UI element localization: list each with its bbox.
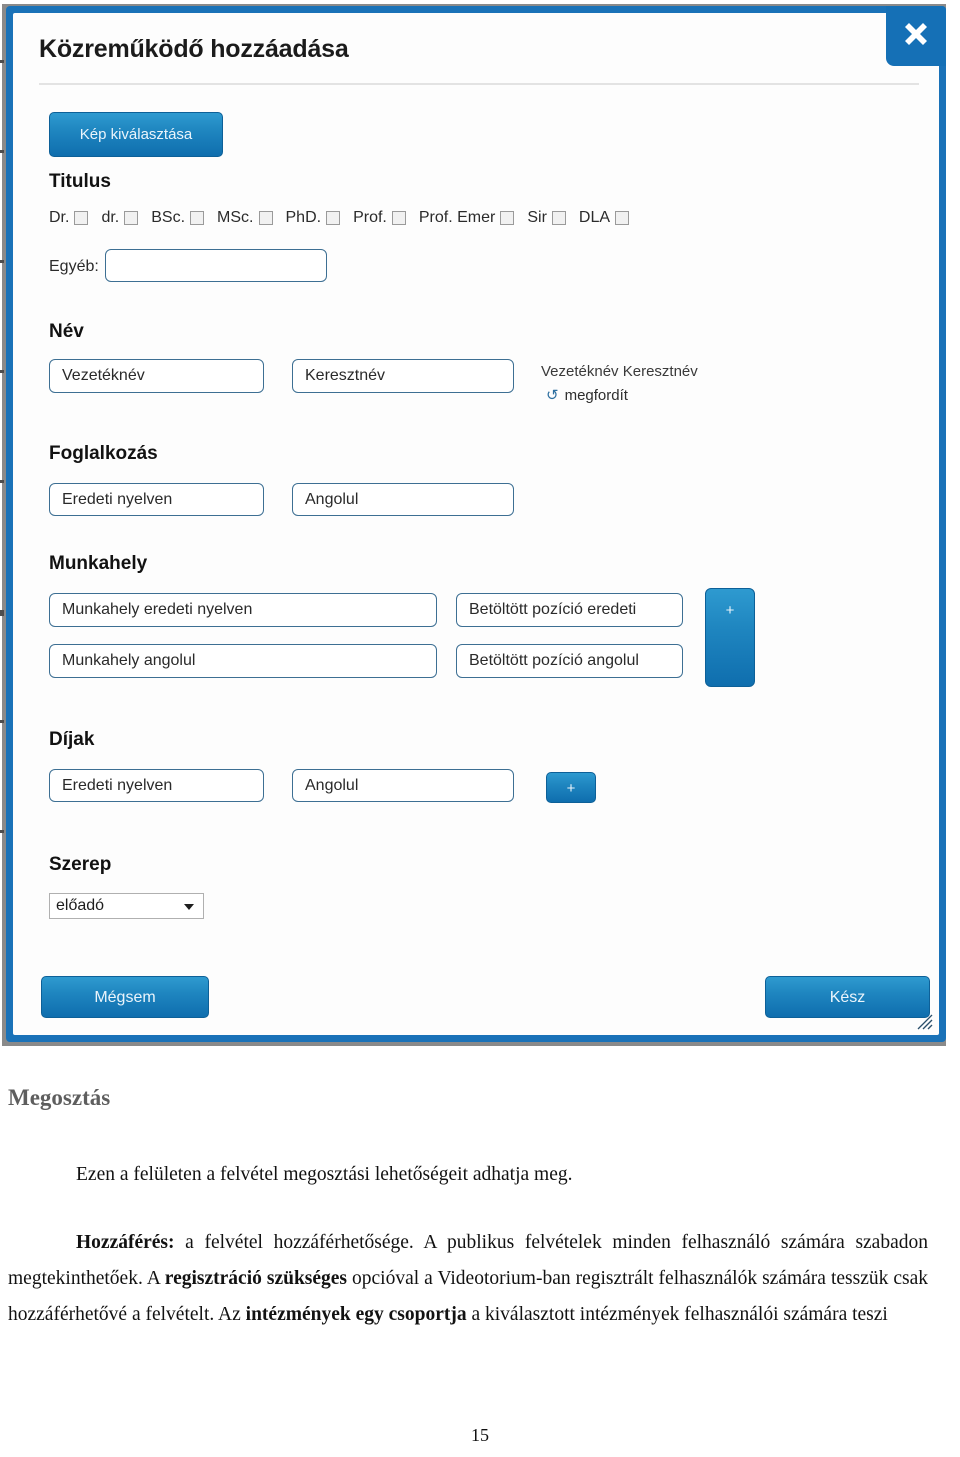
- checkbox-box-icon[interactable]: [74, 211, 89, 225]
- checkbox-label: dr.: [101, 209, 120, 226]
- paragraph-bold-2: regisztráció szükséges: [164, 1268, 348, 1289]
- checkbox-box-icon[interactable]: [258, 211, 273, 225]
- dialog-title: Közreműködő hozzáadása: [39, 35, 349, 63]
- checkbox-sir[interactable]: Sir: [527, 209, 566, 227]
- checkbox-prof-emer[interactable]: Prof. Emer: [418, 209, 515, 227]
- checkbox-label: Prof. Emer: [418, 209, 496, 226]
- plus-icon: +: [566, 780, 576, 797]
- done-label: Kész: [829, 989, 866, 1006]
- role-select-value: előadó: [56, 897, 105, 914]
- checkbox-label: MSc.: [217, 209, 254, 226]
- section-heading-szerep: Szerep: [49, 854, 112, 875]
- award-english-input[interactable]: [292, 769, 514, 802]
- checkbox-box-icon[interactable]: [124, 211, 139, 225]
- dialog-screenshot: Közreműködő hozzáadása Kép kiválasztása …: [0, 0, 960, 1060]
- lastname-input[interactable]: [49, 359, 264, 393]
- document-paragraph-1: Ezen a felületen a felvétel megosztási l…: [76, 1164, 573, 1185]
- checkbox-label: Sir: [527, 209, 547, 226]
- scan-edge-artifact: [0, 610, 4, 616]
- checkbox-box-icon[interactable]: [500, 211, 515, 225]
- checkbox-box-icon[interactable]: [190, 211, 205, 225]
- done-button[interactable]: Kész: [765, 976, 930, 1018]
- checkbox-box-icon[interactable]: [391, 211, 406, 225]
- checkbox-box-icon[interactable]: [551, 211, 566, 225]
- chevron-down-icon: [184, 904, 194, 910]
- section-heading-dijak: Díjak: [49, 729, 95, 750]
- cancel-button[interactable]: Mégsem: [41, 976, 209, 1018]
- checkbox-bsc[interactable]: BSc.: [151, 209, 205, 227]
- checkbox-label: Dr.: [49, 209, 70, 226]
- title-divider: [39, 83, 919, 85]
- checkbox-label: PhD.: [285, 209, 322, 226]
- dialog-window: Közreműködő hozzáadása Kép kiválasztása …: [6, 6, 946, 1042]
- section-heading-foglalkozas: Foglalkozás: [49, 443, 158, 464]
- checkbox-dr-upper[interactable]: Dr.: [49, 209, 89, 227]
- scan-edge-artifact: [0, 260, 4, 263]
- checkbox-label: BSc.: [151, 209, 186, 226]
- checkbox-box-icon[interactable]: [326, 211, 341, 225]
- add-award-button[interactable]: +: [546, 772, 596, 803]
- position-original-input[interactable]: [456, 593, 683, 627]
- page-number: 15: [471, 1425, 489, 1445]
- role-select[interactable]: előadó: [49, 893, 204, 919]
- scan-edge-artifact: [0, 370, 4, 373]
- checkbox-phd[interactable]: PhD.: [286, 209, 341, 227]
- scan-edge-artifact: [0, 60, 4, 63]
- award-original-input[interactable]: [49, 769, 264, 802]
- checkbox-label: DLA: [578, 209, 611, 226]
- paragraph-bold-3: intézmények egy csoportja: [245, 1304, 467, 1325]
- reverse-arrows-icon: ↺: [546, 387, 559, 404]
- checkbox-dla[interactable]: DLA: [578, 209, 630, 227]
- close-button[interactable]: [886, 6, 946, 66]
- section-heading-nev: Név: [49, 321, 84, 342]
- reverse-name-link[interactable]: ↺ megfordít: [546, 387, 628, 404]
- paragraph-text-3: a kiválasztott intézmények felhasználói …: [466, 1304, 888, 1325]
- name-preview: Vezetéknév Keresztnév: [541, 363, 698, 380]
- plus-icon: +: [725, 602, 735, 619]
- reverse-name-label: megfordít: [564, 387, 628, 404]
- scan-edge-artifact: [0, 150, 4, 153]
- checkbox-label: Prof.: [353, 209, 387, 226]
- other-title-input[interactable]: [105, 249, 327, 282]
- dialog-body: Közreműködő hozzáadása Kép kiválasztása …: [13, 6, 946, 1035]
- workplace-original-input[interactable]: [49, 593, 437, 627]
- position-english-input[interactable]: [456, 644, 683, 678]
- pick-image-button[interactable]: Kép kiválasztása: [49, 112, 223, 157]
- cancel-label: Mégsem: [94, 989, 156, 1006]
- resize-grip-icon: [917, 1014, 933, 1030]
- firstname-input[interactable]: [292, 359, 514, 393]
- pick-image-label: Kép kiválasztása: [79, 126, 193, 143]
- checkbox-msc[interactable]: MSc.: [217, 209, 273, 227]
- scan-edge-artifact: [0, 480, 4, 483]
- resize-grip[interactable]: [916, 1013, 934, 1031]
- section-heading-munkahely: Munkahely: [49, 553, 148, 574]
- add-workplace-button[interactable]: +: [705, 588, 755, 687]
- scan-edge-artifact: [0, 830, 4, 833]
- checkbox-dr-lower[interactable]: dr.: [101, 209, 139, 227]
- close-icon: [905, 23, 927, 45]
- occupation-english-input[interactable]: [292, 483, 514, 516]
- scan-edge-artifact: [0, 720, 4, 723]
- paragraph-bold-1: Hozzáférés:: [76, 1232, 175, 1253]
- section-heading-titulus: Titulus: [49, 171, 111, 192]
- checkbox-box-icon[interactable]: [615, 211, 630, 225]
- checkbox-prof[interactable]: Prof.: [353, 209, 406, 227]
- document-paragraph-2: Hozzáférés: a felvétel hozzáférhetősége.…: [8, 1225, 928, 1333]
- occupation-original-input[interactable]: [49, 483, 264, 516]
- workplace-english-input[interactable]: [49, 644, 437, 678]
- titulus-checkbox-row: Dr. dr. BSc. MSc. PhD. Prof. Prof. Emer …: [49, 209, 642, 227]
- other-title-label: Egyéb:: [49, 258, 99, 275]
- document-heading: Megosztás: [8, 1085, 111, 1110]
